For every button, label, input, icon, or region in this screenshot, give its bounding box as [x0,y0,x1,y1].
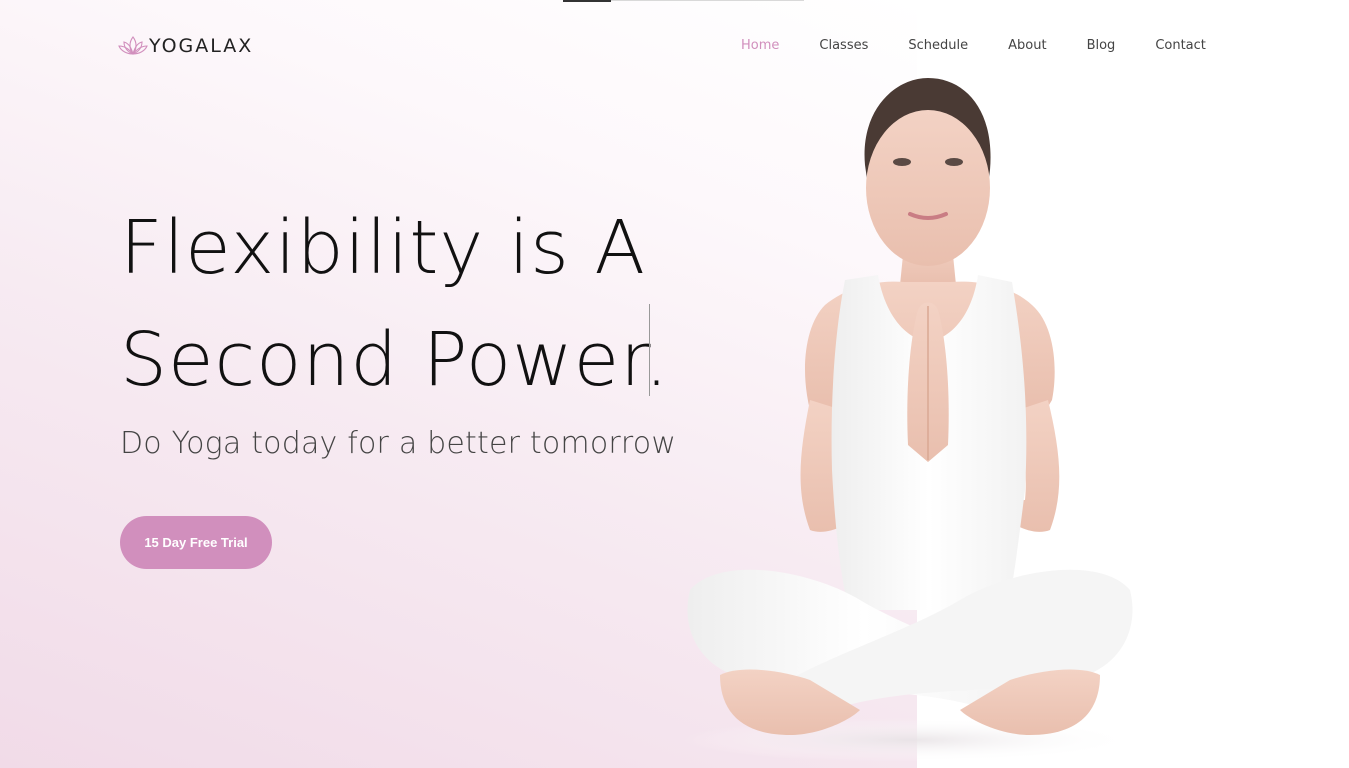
nav-classes[interactable]: Classes [819,38,868,53]
nav-about[interactable]: About [1008,38,1046,53]
nav-blog[interactable]: Blog [1087,38,1116,53]
nav-contact[interactable]: Contact [1155,38,1206,53]
nav-schedule[interactable]: Schedule [908,38,968,53]
hero-title: Flexibility is A Second Power. [120,192,669,416]
hero-title-line-2: Second Power. [120,317,670,403]
hero-subtitle: Do Yoga today for a better tomorrow [120,426,677,461]
free-trial-button[interactable]: 15 Day Free Trial [120,516,272,569]
woman-meditating-photo [680,78,1140,762]
lotus-icon [118,36,148,55]
brand-name: YOGALAX [149,35,254,57]
hero-title-line-1: Flexibility is A [120,205,646,291]
nav-home[interactable]: Home [741,38,779,53]
main-nav: Home Classes Schedule About Blog Contact [741,38,1246,53]
brand-logo[interactable]: YOGALAX [118,33,253,59]
page-loader-track [563,0,804,2]
typing-caret [649,304,650,396]
page-loader-fill [563,0,611,2]
